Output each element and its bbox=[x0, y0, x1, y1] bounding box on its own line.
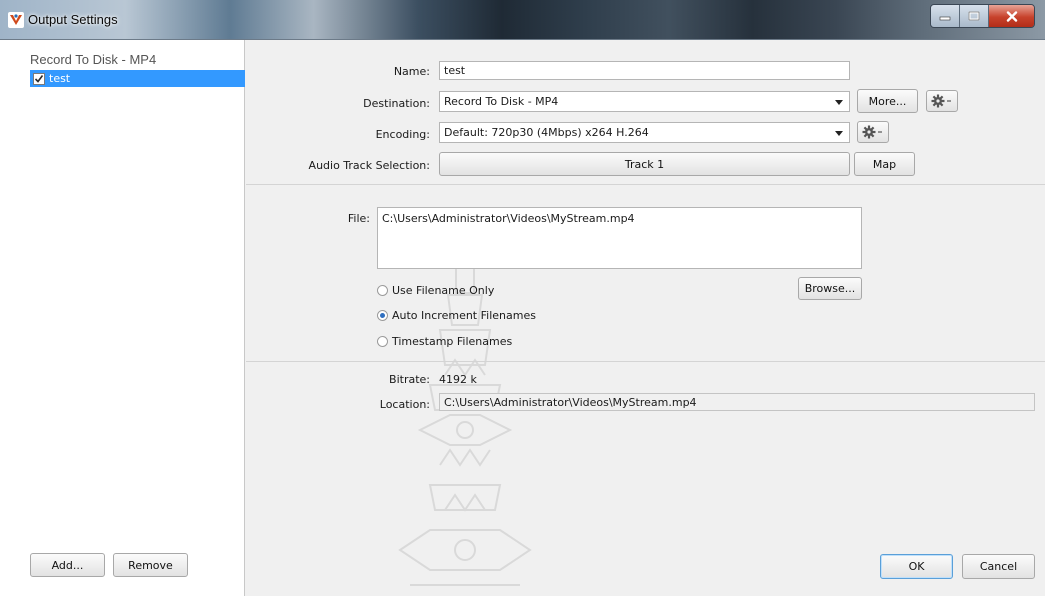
gear-icon bbox=[862, 125, 882, 139]
radio-indicator bbox=[377, 336, 388, 347]
audio-track-button[interactable]: Track 1 bbox=[439, 152, 850, 176]
enable-checkbox[interactable] bbox=[33, 72, 45, 85]
window-controls bbox=[930, 4, 1035, 28]
encoding-label: Encoding: bbox=[375, 128, 430, 141]
minimize-button[interactable] bbox=[931, 5, 960, 27]
radio-label: Use Filename Only bbox=[392, 284, 495, 297]
chevron-down-icon bbox=[835, 99, 843, 105]
cancel-button[interactable]: Cancel bbox=[962, 554, 1035, 579]
file-path-field[interactable]: C:\Users\Administrator\Videos\MyStream.m… bbox=[377, 207, 862, 269]
chevron-down-icon bbox=[835, 130, 843, 136]
bitrate-label: Bitrate: bbox=[389, 373, 430, 386]
output-group-header: Record To Disk - MP4 bbox=[30, 52, 157, 67]
add-button[interactable]: Add... bbox=[30, 553, 105, 577]
destination-settings-button[interactable] bbox=[926, 90, 958, 112]
output-list-panel: Record To Disk - MP4 test Add... Remove bbox=[0, 40, 245, 596]
app-logo-icon bbox=[8, 12, 24, 28]
checkmark-icon bbox=[34, 74, 44, 83]
audio-track-label: Audio Track Selection: bbox=[308, 159, 430, 172]
close-button[interactable] bbox=[989, 5, 1034, 27]
list-item-test[interactable]: test bbox=[30, 70, 245, 87]
name-label: Name: bbox=[393, 65, 430, 78]
radio-indicator bbox=[377, 285, 388, 296]
list-item-label: test bbox=[49, 72, 71, 85]
maximize-icon bbox=[968, 11, 980, 21]
file-label: File: bbox=[347, 212, 370, 225]
section-divider bbox=[246, 361, 1045, 362]
title-bar: Output Settings bbox=[0, 0, 1045, 40]
encoding-select[interactable]: Default: 720p30 (4Mbps) x264 H.264 bbox=[439, 122, 850, 143]
encoding-settings-button[interactable] bbox=[857, 121, 889, 143]
destination-value: Record To Disk - MP4 bbox=[444, 95, 559, 108]
location-label: Location: bbox=[379, 398, 430, 411]
destination-select[interactable]: Record To Disk - MP4 bbox=[439, 91, 850, 112]
radio-label: Timestamp Filenames bbox=[392, 335, 513, 348]
browse-button[interactable]: Browse... bbox=[798, 277, 862, 300]
auto-increment-filenames-radio[interactable]: Auto Increment Filenames bbox=[377, 309, 536, 322]
map-button[interactable]: Map bbox=[854, 152, 915, 176]
ok-button[interactable]: OK bbox=[880, 554, 953, 579]
encoding-value: Default: 720p30 (4Mbps) x264 H.264 bbox=[444, 126, 649, 139]
location-field: C:\Users\Administrator\Videos\MyStream.m… bbox=[439, 393, 1035, 411]
destination-label: Destination: bbox=[363, 97, 430, 110]
window-title: Output Settings bbox=[28, 12, 118, 27]
bitrate-value: 4192 k bbox=[439, 373, 477, 386]
section-divider bbox=[246, 184, 1045, 185]
timestamp-filenames-radio[interactable]: Timestamp Filenames bbox=[377, 335, 512, 348]
remove-button[interactable]: Remove bbox=[113, 553, 188, 577]
use-filename-only-radio[interactable]: Use Filename Only bbox=[377, 284, 494, 297]
radio-indicator bbox=[377, 310, 388, 321]
close-icon bbox=[1006, 10, 1017, 22]
minimize-icon bbox=[939, 16, 951, 21]
more-button[interactable]: More... bbox=[857, 89, 918, 113]
name-field[interactable]: test bbox=[439, 61, 850, 80]
radio-label: Auto Increment Filenames bbox=[392, 309, 536, 322]
gear-icon bbox=[931, 94, 951, 108]
maximize-button[interactable] bbox=[960, 5, 989, 27]
